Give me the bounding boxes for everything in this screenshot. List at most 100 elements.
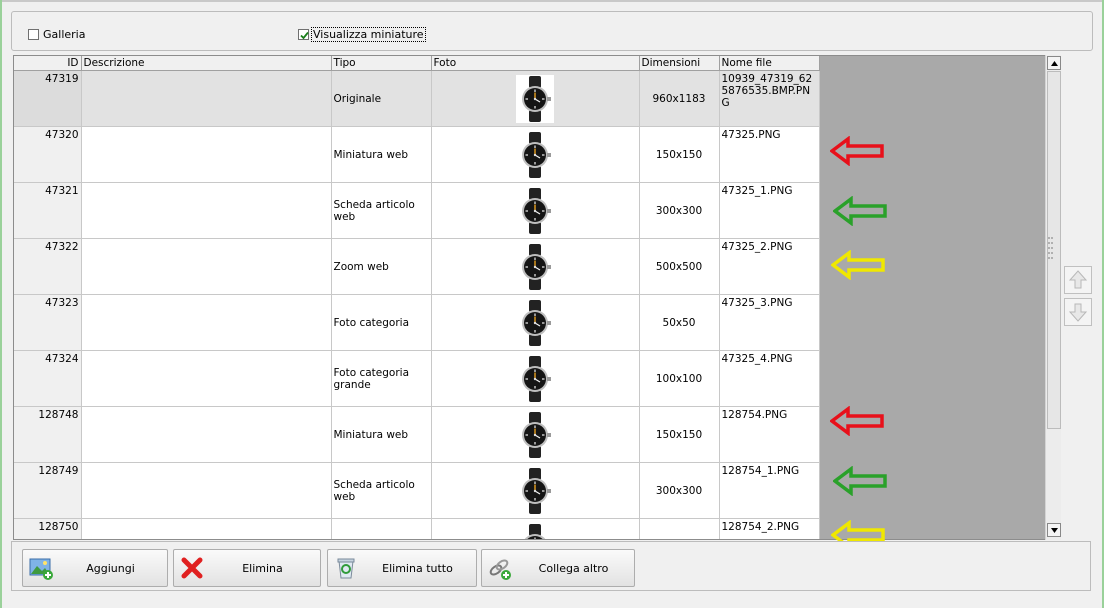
cell-nome-file[interactable]: 47325_3.PNG (719, 294, 820, 351)
cell-dimensioni[interactable]: 100x100 (639, 350, 720, 407)
table-row[interactable]: 128749 Scheda articolo web 300x300 128754_1… (14, 462, 820, 519)
vertical-scrollbar[interactable] (1045, 55, 1061, 540)
move-up-icon (1068, 270, 1088, 289)
cell-tipo[interactable]: Foto categoria (331, 294, 432, 351)
cell-foto[interactable] (431, 238, 640, 295)
watch-thumbnail-icon (524, 523, 546, 539)
table-row[interactable]: 47323 Foto categoria 50x50 47325_3.PNG (14, 294, 820, 351)
table-row[interactable]: 47322 Zoom web 500x500 47325_2.PNG (14, 238, 820, 295)
left-arrow-icon (830, 249, 885, 281)
cell-foto[interactable] (431, 70, 640, 127)
cell-tipo[interactable]: Foto categoria grande (331, 350, 432, 407)
scroll-down-button[interactable] (1047, 523, 1061, 537)
elimina-tutto-button[interactable]: Elimina tutto (327, 549, 477, 587)
cell-tipo[interactable]: Scheda articolo web (331, 462, 432, 519)
cell-id[interactable]: 128749 (14, 462, 82, 519)
cell-dimensioni[interactable]: 500x500 (639, 238, 720, 295)
col-header-tipo[interactable]: Tipo (331, 56, 432, 71)
scroll-up-button[interactable] (1047, 56, 1061, 70)
move-down-button[interactable] (1064, 298, 1092, 326)
photo-thumbnail (516, 74, 554, 123)
cell-dimensioni[interactable]: 50x50 (639, 294, 720, 351)
cell-id[interactable]: 47324 (14, 350, 82, 407)
left-arrow-icon (829, 405, 884, 437)
cell-descrizione[interactable] (81, 70, 332, 127)
cell-foto[interactable] (431, 462, 640, 519)
cell-nome-file[interactable]: 128754.PNG (719, 406, 820, 463)
col-header-descrizione[interactable]: Descrizione (81, 56, 332, 71)
cell-descrizione[interactable] (81, 238, 332, 295)
cell-foto[interactable] (431, 294, 640, 351)
cell-tipo[interactable]: Miniatura web (331, 406, 432, 463)
cell-foto[interactable] (431, 518, 640, 539)
cell-foto[interactable] (431, 350, 640, 407)
cell-id[interactable]: 47323 (14, 294, 82, 351)
cell-nome-file[interactable]: 47325_1.PNG (719, 182, 820, 239)
cell-foto[interactable] (431, 406, 640, 463)
cell-id[interactable]: 47321 (14, 182, 82, 239)
cell-tipo[interactable]: Scheda articolo web (331, 182, 432, 239)
splitter-grip-icon[interactable] (1048, 237, 1054, 261)
table-row[interactable]: 47321 Scheda articolo web 300x300 47325_1.P… (14, 182, 820, 239)
table-row[interactable]: 47320 Miniatura web 150x150 47325.PNG (14, 126, 820, 183)
cell-dimensioni[interactable]: 300x300 (639, 462, 720, 519)
cell-nome-file[interactable]: 10939_47319_625876535.BMP.PNG (719, 70, 820, 127)
aggiungi-button[interactable]: Aggiungi (22, 549, 168, 587)
col-header-id[interactable]: ID (14, 56, 82, 71)
cell-nome-file[interactable]: 47325_4.PNG (719, 350, 820, 407)
watch-thumbnail-icon (522, 355, 551, 402)
cell-id[interactable]: 47322 (14, 238, 82, 295)
cell-dimensioni[interactable]: 500x500 (639, 518, 720, 539)
cell-id[interactable]: 128748 (14, 406, 82, 463)
photo-thumbnail (516, 298, 554, 347)
annotation-arrow-green (832, 195, 889, 229)
cell-descrizione[interactable] (81, 294, 332, 351)
cell-dimensioni[interactable]: 960x1183 (639, 70, 720, 127)
cell-tipo[interactable]: Zoom web (331, 238, 432, 295)
col-header-nome-file[interactable]: Nome file (719, 56, 820, 71)
top-border (0, 0, 1104, 2)
photo-thumbnail (516, 466, 554, 515)
cell-foto[interactable] (431, 182, 640, 239)
elimina-tutto-label: Elimina tutto (382, 561, 453, 575)
visualizza-miniature-checkbox[interactable]: Visualizza miniature (298, 27, 426, 42)
cell-descrizione[interactable] (81, 406, 332, 463)
table-header: ID Descrizione Tipo Foto Dimensioni Nome… (14, 56, 820, 71)
left-arrow-icon (829, 135, 884, 167)
elimina-button[interactable]: Elimina (173, 549, 321, 587)
galleria-checkbox[interactable]: Galleria (28, 28, 86, 41)
cell-descrizione[interactable] (81, 350, 332, 407)
cell-dimensioni[interactable]: 150x150 (639, 406, 720, 463)
cell-descrizione[interactable] (81, 126, 332, 183)
cell-descrizione[interactable] (81, 462, 332, 519)
cell-nome-file[interactable]: 128754_1.PNG (719, 462, 820, 519)
collega-altro-button[interactable]: Collega altro (481, 549, 635, 587)
annotation-arrow-red (829, 405, 886, 439)
cell-dimensioni[interactable]: 150x150 (639, 126, 720, 183)
cell-id[interactable]: 128750 (14, 518, 82, 539)
move-up-button[interactable] (1064, 266, 1092, 294)
cell-id[interactable]: 47320 (14, 126, 82, 183)
cell-foto[interactable] (431, 126, 640, 183)
cell-nome-file[interactable]: 128754_2.PNG (719, 518, 820, 539)
col-header-foto[interactable]: Foto (431, 56, 640, 71)
cell-tipo[interactable]: Originale (331, 70, 432, 127)
table-row[interactable]: 47324 Foto categoria grande 100x100 47325_4… (14, 350, 820, 407)
galleria-checkbox-box[interactable] (28, 29, 39, 40)
table-row[interactable]: 128748 Miniatura web 150x150 128754.PNG (14, 406, 820, 463)
cell-descrizione[interactable] (81, 182, 332, 239)
table-row[interactable]: 47319 Originale 960x1183 10939_47319_625876… (14, 70, 820, 127)
cell-id[interactable]: 47319 (14, 70, 82, 127)
table-row[interactable]: 128750 Zoom web 500x500128754_2.PNG (14, 518, 820, 539)
cell-dimensioni[interactable]: 300x300 (639, 182, 720, 239)
images-grid[interactable]: ID Descrizione Tipo Foto Dimensioni Nome… (13, 55, 1061, 540)
visualizza-miniature-checkbox-box[interactable] (298, 29, 309, 40)
col-header-dimensioni[interactable]: Dimensioni (639, 56, 720, 71)
cell-descrizione[interactable] (81, 518, 332, 539)
cell-tipo[interactable]: Zoom web (331, 518, 432, 539)
elimina-label: Elimina (242, 561, 283, 575)
cell-nome-file[interactable]: 47325.PNG (719, 126, 820, 183)
watch-thumbnail-icon (522, 299, 551, 346)
cell-tipo[interactable]: Miniatura web (331, 126, 432, 183)
cell-nome-file[interactable]: 47325_2.PNG (719, 238, 820, 295)
